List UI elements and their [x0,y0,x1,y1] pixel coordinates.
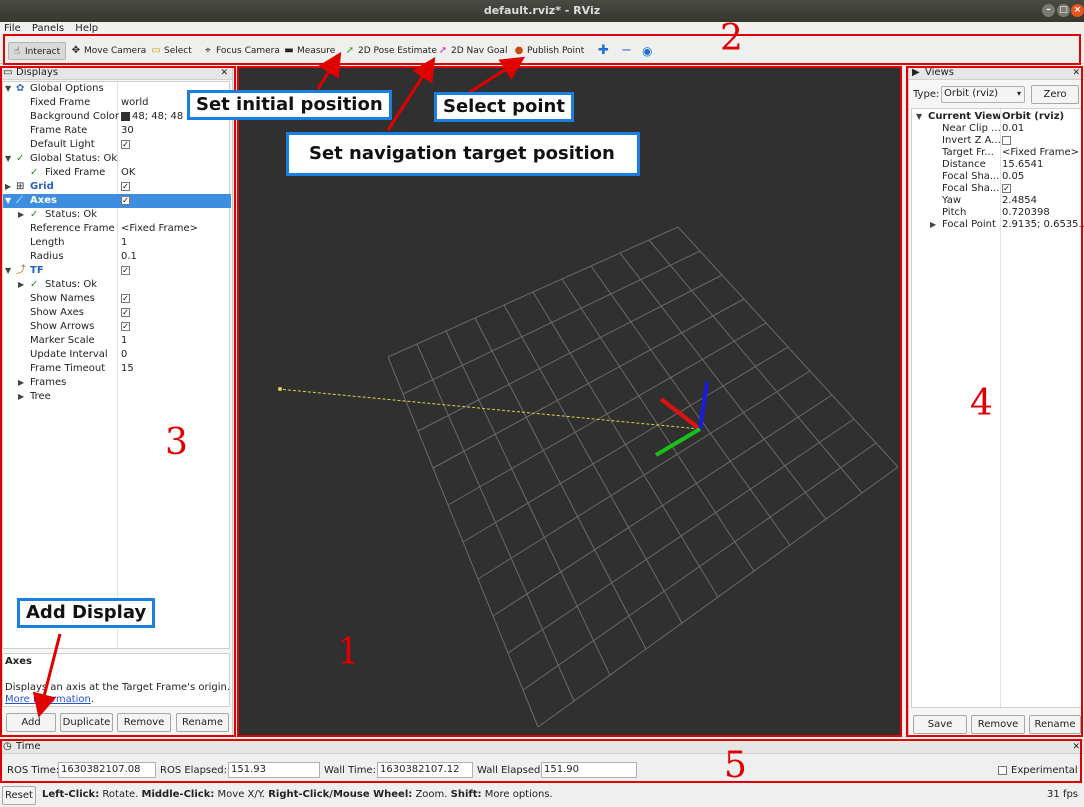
arrow-publish-point [469,56,526,94]
callout-add-display: Add Display [17,598,156,628]
arrow-add-display [32,633,62,718]
arrow-nav-goal [386,56,436,131]
arrow-pose-estimate [316,51,342,90]
callout-set-navigation-target: Set navigation target position [286,132,640,176]
callout-set-initial-position: Set initial position [187,90,392,120]
callout-select-point: Select point [434,92,574,122]
